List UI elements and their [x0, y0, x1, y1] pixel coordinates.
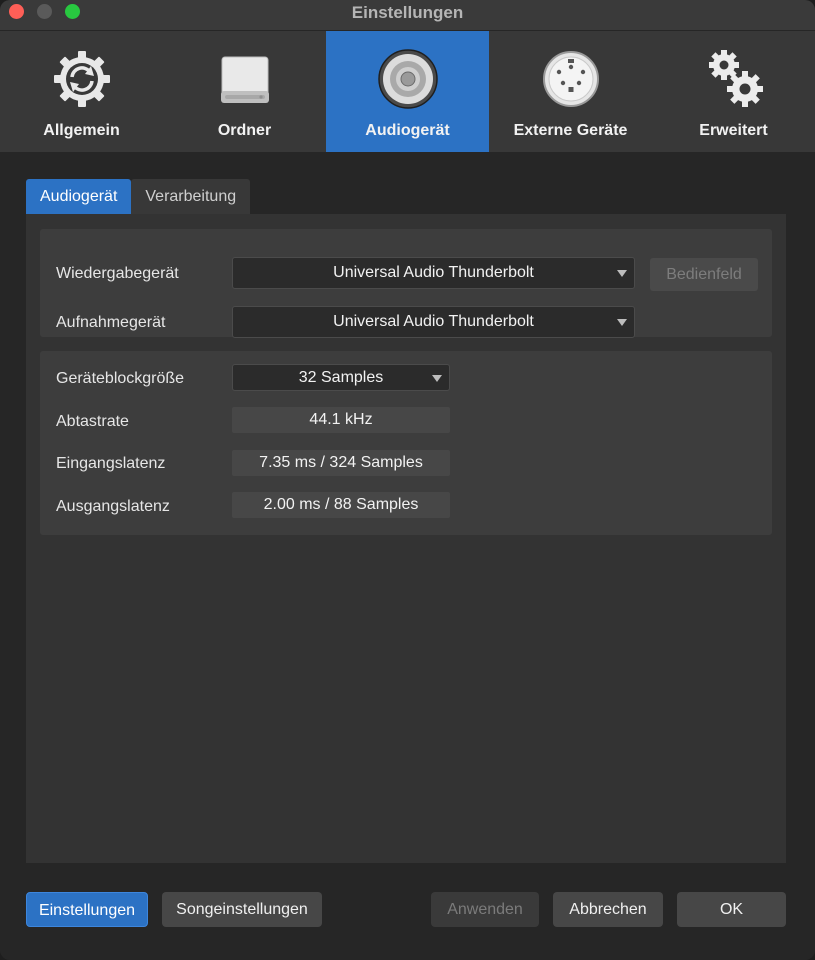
chevron-down-icon — [432, 375, 442, 382]
content-area: Audiogerät Verarbeitung Wiedergabegerät … — [0, 152, 815, 960]
song-settings-button[interactable]: Songeinstellungen — [162, 892, 322, 927]
record-device-value: Universal Audio Thunderbolt — [333, 313, 534, 330]
settings-button[interactable]: Einstellungen — [26, 892, 148, 927]
record-device-select[interactable]: Universal Audio Thunderbolt — [232, 306, 635, 338]
samplerate-label: Abtastrate — [56, 413, 129, 430]
sync-gear-icon — [53, 51, 110, 107]
preferences-toolbar: Allgemein Ordner Audiogerät Externe Gerä… — [0, 31, 815, 152]
drive-icon — [220, 56, 269, 103]
gears-icon — [708, 50, 763, 107]
tab-erweitert[interactable]: Erweitert — [652, 31, 815, 152]
window-title: Einstellungen — [351, 3, 464, 22]
tab-erweitert-label: Erweitert — [699, 122, 768, 139]
playback-device-value: Universal Audio Thunderbolt — [333, 264, 534, 281]
subtab-audiogeraet[interactable]: Audiogerät — [26, 179, 132, 214]
control-panel-button[interactable]: Bedienfeld — [650, 258, 758, 291]
midi-port-icon — [542, 51, 599, 107]
title-bar: Einstellungen — [0, 0, 815, 30]
tab-externe-geraete[interactable]: Externe Geräte — [489, 31, 652, 152]
output-latency-label: Ausgangslatenz — [56, 498, 170, 515]
device-selection-group: Wiedergabegerät Universal Audio Thunderb… — [40, 229, 772, 338]
tab-audiogeraet-label: Audiogerät — [365, 122, 450, 139]
subtab-bar: Audiogerät Verarbeitung — [26, 179, 251, 214]
cancel-button[interactable]: Abbrechen — [553, 892, 663, 927]
speaker-icon — [377, 49, 438, 109]
blocksize-label: Geräteblockgröße — [56, 370, 185, 387]
subtab-verarbeitung[interactable]: Verarbeitung — [131, 179, 251, 214]
device-settings-group: Geräteblockgröße 32 Samples Abtastrate 4… — [40, 351, 772, 535]
ok-button[interactable]: OK — [677, 892, 786, 927]
tab-externe-geraete-label: Externe Geräte — [513, 122, 628, 139]
tab-ordner[interactable]: Ordner — [163, 31, 326, 152]
chevron-down-icon — [617, 319, 627, 326]
input-latency-label: Eingangslatenz — [56, 455, 166, 472]
blocksize-select[interactable]: 32 Samples — [232, 364, 450, 391]
playback-device-label: Wiedergabegerät — [56, 265, 179, 282]
blocksize-value: 32 Samples — [298, 369, 384, 386]
audio-device-panel: Wiedergabegerät Universal Audio Thunderb… — [26, 214, 786, 863]
tab-audiogeraet[interactable]: Audiogerät — [326, 31, 489, 152]
tab-allgemein[interactable]: Allgemein — [0, 31, 163, 152]
chevron-down-icon — [617, 270, 627, 277]
playback-device-select[interactable]: Universal Audio Thunderbolt — [232, 257, 635, 289]
input-latency-value: 7.35 ms / 324 Samples — [232, 450, 450, 476]
apply-button[interactable]: Anwenden — [431, 892, 539, 927]
tab-ordner-label: Ordner — [217, 122, 272, 139]
preferences-window: Einstellungen Allgemein Ordner Audiogerä… — [0, 0, 815, 960]
samplerate-value: 44.1 kHz — [232, 407, 450, 433]
record-device-label: Aufnahmegerät — [56, 314, 166, 331]
output-latency-value: 2.00 ms / 88 Samples — [232, 492, 450, 518]
tab-allgemein-label: Allgemein — [43, 122, 120, 139]
